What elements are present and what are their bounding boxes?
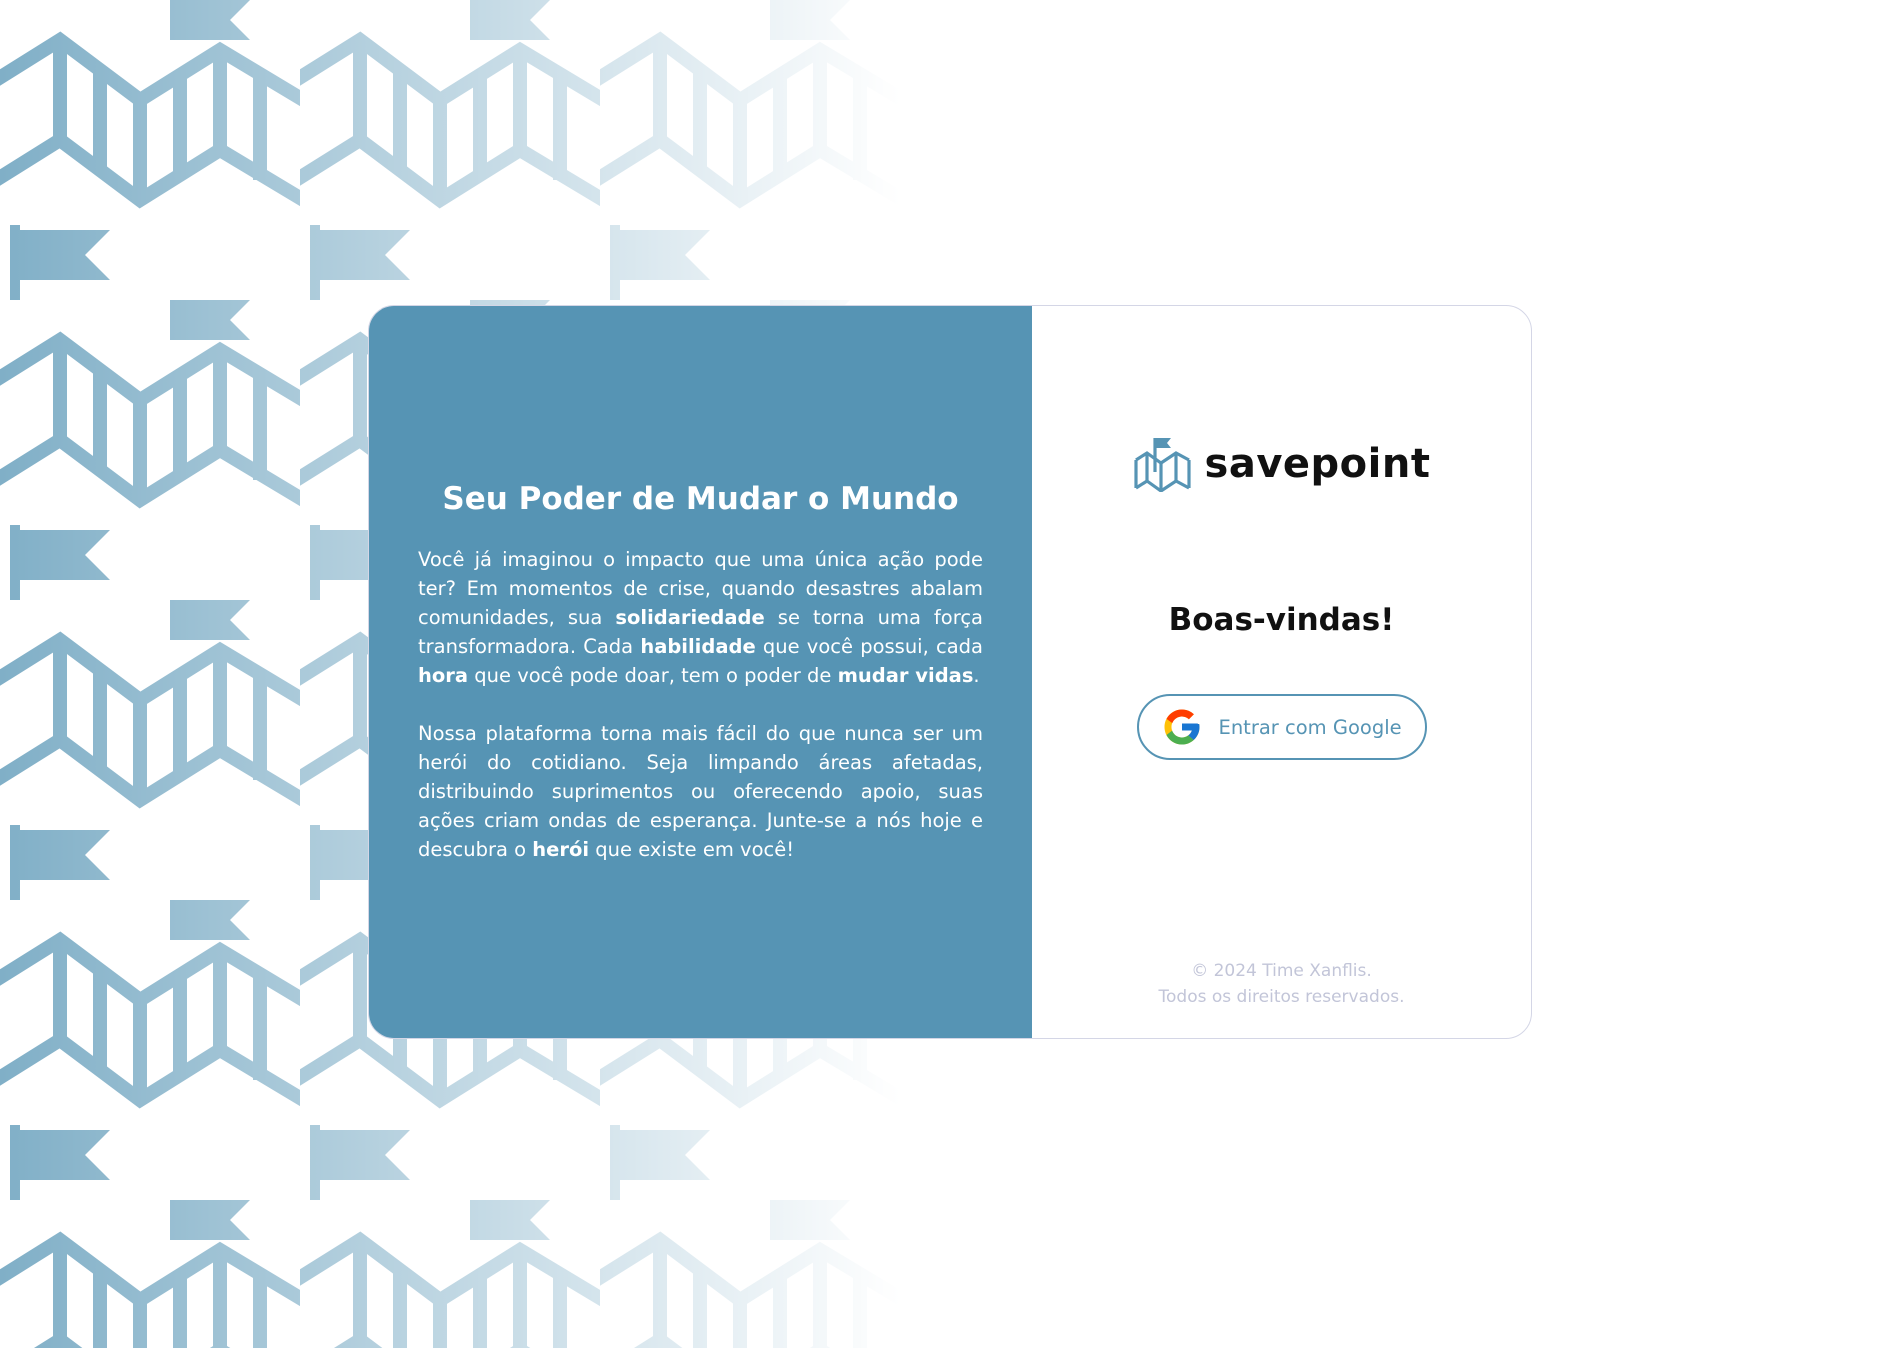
- emphasis-text: habilidade: [640, 634, 756, 658]
- intro-paragraph-2: Nossa plataforma torna mais fácil do que…: [418, 721, 983, 861]
- google-sign-in-label: Entrar com Google: [1218, 715, 1402, 739]
- emphasis-text: herói: [532, 837, 590, 861]
- login-page: Seu Poder de Mudar o Mundo Você já imagi…: [0, 0, 1900, 1348]
- brand-logo: savepoint: [1032, 436, 1531, 492]
- emphasis-text: mudar vidas: [837, 663, 974, 687]
- brand-name: savepoint: [1204, 441, 1431, 487]
- intro-paragraph-1: Você já imaginou o impacto que uma única…: [418, 547, 983, 687]
- rights-text: Todos os direitos reservados.: [1158, 987, 1405, 1007]
- google-sign-in-button[interactable]: Entrar com Google: [1136, 694, 1427, 760]
- welcome-heading: Boas-vindas!: [1168, 602, 1395, 638]
- login-card: Seu Poder de Mudar o Mundo Você já imagi…: [368, 305, 1532, 1039]
- emphasis-text: hora: [418, 663, 469, 687]
- footer: © 2024 Time Xanflis. Todos os direitos r…: [1032, 958, 1531, 1010]
- intro-title: Seu Poder de Mudar o Mundo: [442, 480, 959, 517]
- login-panel: savepoint Boas-vindas! Entrar com Google…: [1032, 306, 1531, 1038]
- copyright-text: © 2024 Time Xanflis.: [1191, 961, 1372, 981]
- emphasis-text: solidariedade: [615, 605, 765, 629]
- intro-panel: Seu Poder de Mudar o Mundo Você já imagi…: [369, 306, 1032, 1038]
- google-icon: [1164, 709, 1199, 745]
- savepoint-logo-icon: [1133, 438, 1191, 492]
